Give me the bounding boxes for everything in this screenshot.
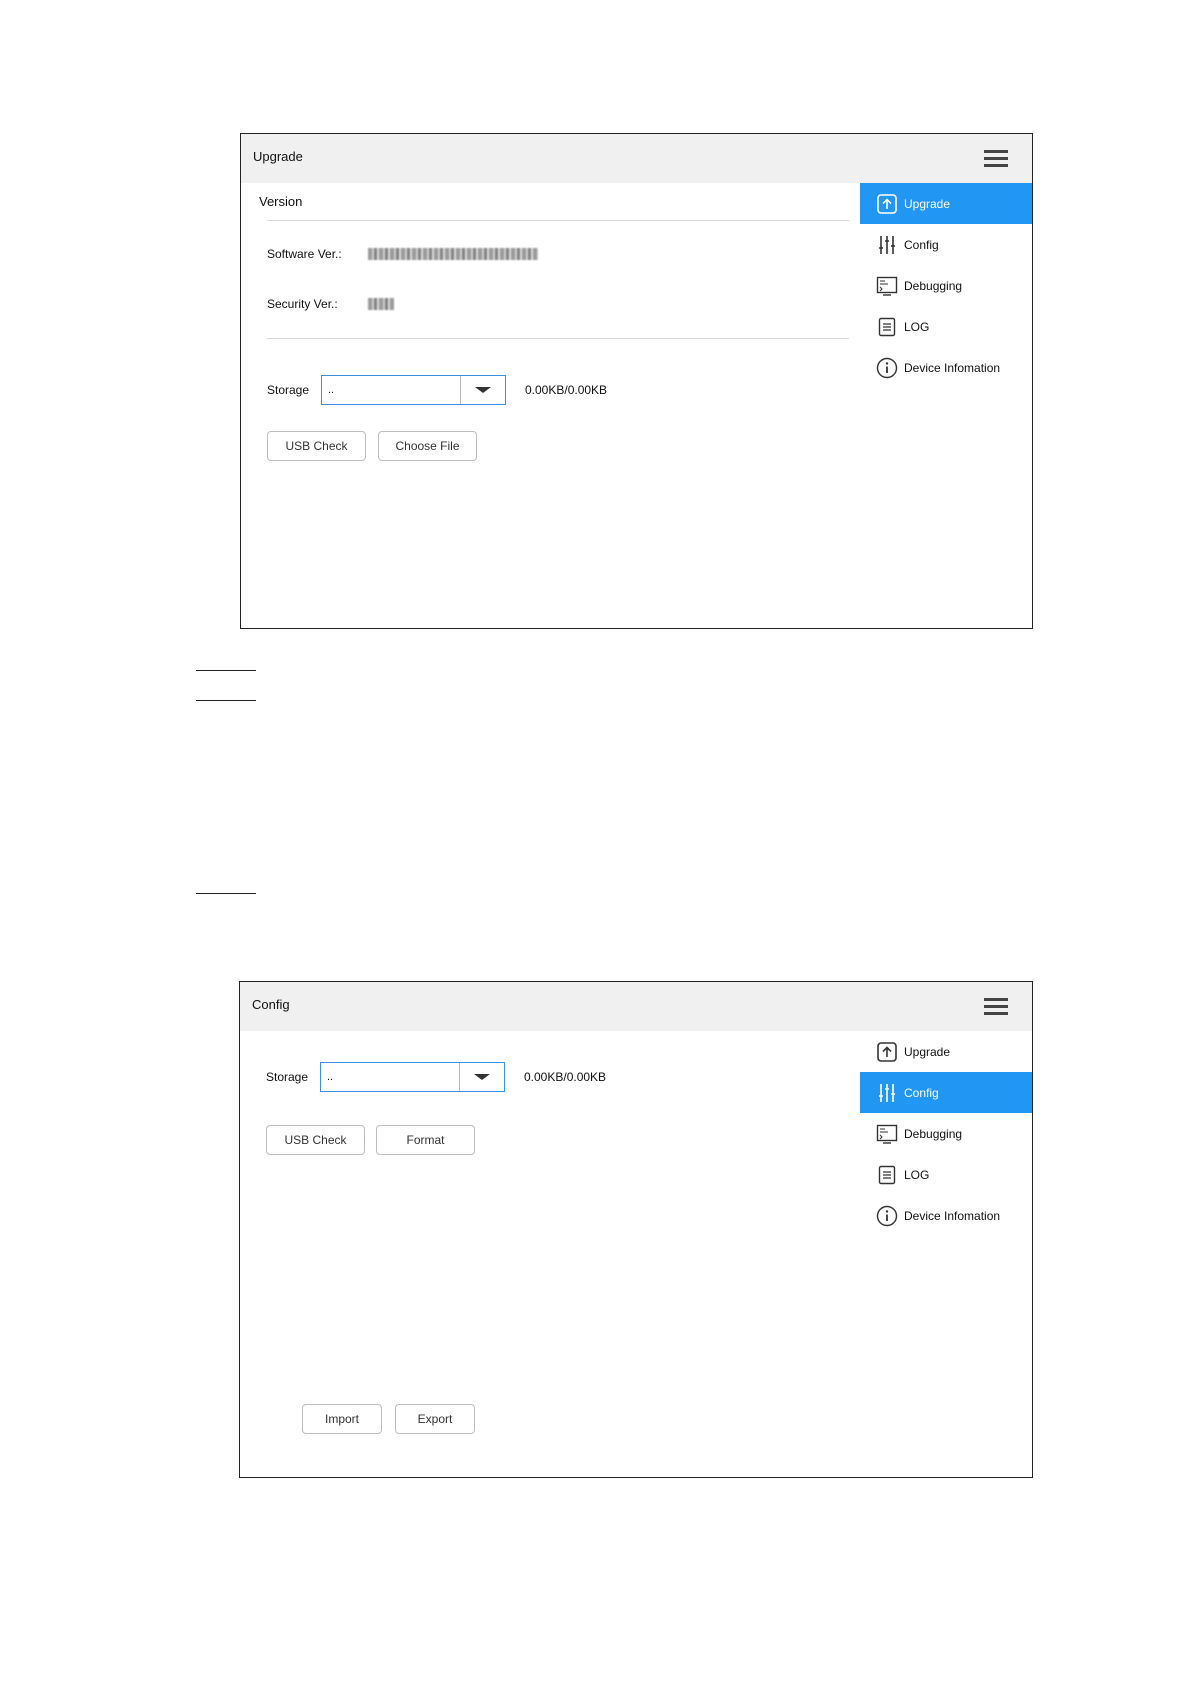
software-version-label: Software Ver.: — [267, 247, 342, 261]
sidebar-item-device-information[interactable]: Device Infomation — [860, 1195, 1032, 1236]
separator-rule — [196, 670, 256, 671]
sidebar-item-config[interactable]: Config — [860, 224, 1032, 265]
section-title: Version — [259, 194, 303, 209]
sidebar-item-debugging[interactable]: Debugging — [860, 265, 1032, 306]
upgrade-icon — [876, 193, 898, 215]
menu-icon[interactable] — [984, 150, 1008, 168]
software-version-value-redacted — [368, 248, 538, 260]
log-icon — [876, 1164, 898, 1186]
chevron-down-icon[interactable] — [459, 1063, 504, 1091]
sidebar-item-label: Config — [904, 1085, 939, 1100]
separator-rule — [196, 893, 256, 894]
page-title: Upgrade — [253, 149, 303, 164]
security-version-label: Security Ver.: — [267, 297, 338, 311]
config-icon — [876, 1082, 898, 1104]
menu-icon[interactable] — [984, 998, 1008, 1016]
config-panel: Config Storage .. 0.00KB/0.00KB USB Chec… — [239, 981, 1033, 1478]
upgrade-panel: Upgrade Version Software Ver.: Security … — [240, 133, 1033, 629]
usb-check-button[interactable]: USB Check — [266, 1125, 365, 1155]
choose-file-button[interactable]: Choose File — [378, 431, 477, 461]
divider — [267, 220, 849, 221]
debugging-icon — [876, 275, 898, 297]
format-button[interactable]: Format — [376, 1125, 475, 1155]
sidebar-item-label: LOG — [904, 319, 930, 334]
storage-select-value: .. — [328, 384, 335, 396]
sidebar: Upgrade Config Debugging LOG Device Info… — [860, 183, 1032, 388]
storage-capacity: 0.00KB/0.00KB — [524, 1070, 607, 1084]
storage-select-value: .. — [327, 1071, 334, 1083]
sidebar-item-device-information[interactable]: Device Infomation — [860, 347, 1032, 388]
storage-select[interactable]: .. — [320, 1062, 505, 1092]
sidebar-item-label: Device Infomation — [904, 360, 1001, 375]
info-icon — [876, 1205, 898, 1227]
sidebar-item-label: Config — [904, 237, 939, 252]
import-button[interactable]: Import — [302, 1404, 382, 1434]
sidebar-item-label: Device Infomation — [904, 1208, 1001, 1223]
storage-capacity: 0.00KB/0.00KB — [525, 383, 608, 397]
export-button[interactable]: Export — [395, 1404, 475, 1434]
page-title: Config — [252, 997, 290, 1012]
usb-check-button[interactable]: USB Check — [267, 431, 366, 461]
info-icon — [876, 357, 898, 379]
storage-select[interactable]: .. — [321, 375, 506, 405]
sidebar-item-config[interactable]: Config — [860, 1072, 1032, 1113]
panel-header: Upgrade — [241, 134, 1032, 183]
sidebar-item-log[interactable]: LOG — [860, 306, 1032, 347]
sidebar-item-label: Debugging — [904, 278, 963, 293]
divider — [267, 338, 849, 339]
chevron-down-icon[interactable] — [460, 376, 505, 404]
log-icon — [876, 316, 898, 338]
storage-label: Storage — [266, 1070, 309, 1084]
security-version-value-redacted — [368, 298, 394, 310]
config-icon — [876, 234, 898, 256]
sidebar-item-label: Upgrade — [904, 1044, 951, 1059]
debugging-icon — [876, 1123, 898, 1145]
panel-header: Config — [240, 982, 1032, 1031]
sidebar-item-label: Upgrade — [904, 196, 951, 211]
sidebar-item-upgrade[interactable]: Upgrade — [860, 1031, 1032, 1072]
sidebar-item-label: Debugging — [904, 1126, 963, 1141]
sidebar: Upgrade Config Debugging LOG Device Info… — [860, 1031, 1032, 1236]
sidebar-item-upgrade[interactable]: Upgrade — [860, 183, 1032, 224]
storage-label: Storage — [267, 383, 310, 397]
upgrade-icon — [876, 1041, 898, 1063]
sidebar-item-debugging[interactable]: Debugging — [860, 1113, 1032, 1154]
sidebar-item-label: LOG — [904, 1167, 930, 1182]
separator-rule — [196, 700, 256, 701]
sidebar-item-log[interactable]: LOG — [860, 1154, 1032, 1195]
